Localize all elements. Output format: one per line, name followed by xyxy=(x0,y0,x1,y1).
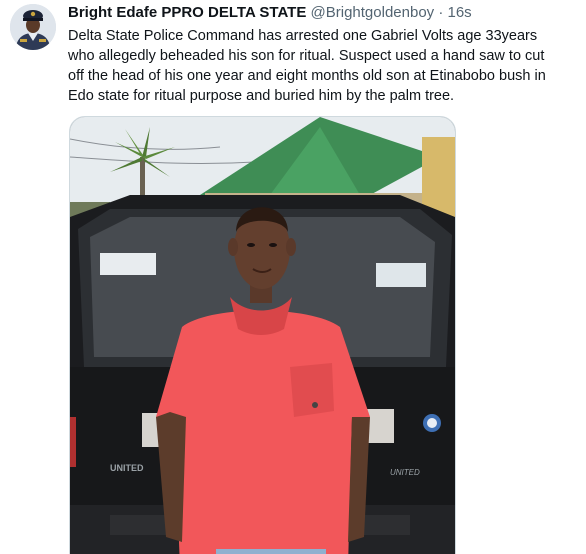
separator-dot: · xyxy=(438,4,444,21)
author-handle[interactable]: @Brightgoldenboy xyxy=(311,4,435,21)
tweet-header: Bright Edafe PPRO DELTA STATE @Brightgol… xyxy=(68,4,578,22)
police-officer-avatar-image xyxy=(10,4,56,50)
timestamp[interactable]: 16s xyxy=(448,4,472,21)
tweet-media[interactable]: UNITED UNITED xyxy=(69,116,456,554)
vehicle-badge-right: UNITED xyxy=(390,468,420,477)
vehicle-badge-left: UNITED xyxy=(110,463,144,473)
suspect-photo: UNITED UNITED xyxy=(70,117,455,554)
avatar[interactable] xyxy=(10,4,56,50)
tweet-text: Delta State Police Command has arrested … xyxy=(68,28,546,104)
tweet[interactable]: Bright Edafe PPRO DELTA STATE @Brightgol… xyxy=(0,0,586,554)
author-name[interactable]: Bright Edafe PPRO DELTA STATE xyxy=(68,4,306,21)
